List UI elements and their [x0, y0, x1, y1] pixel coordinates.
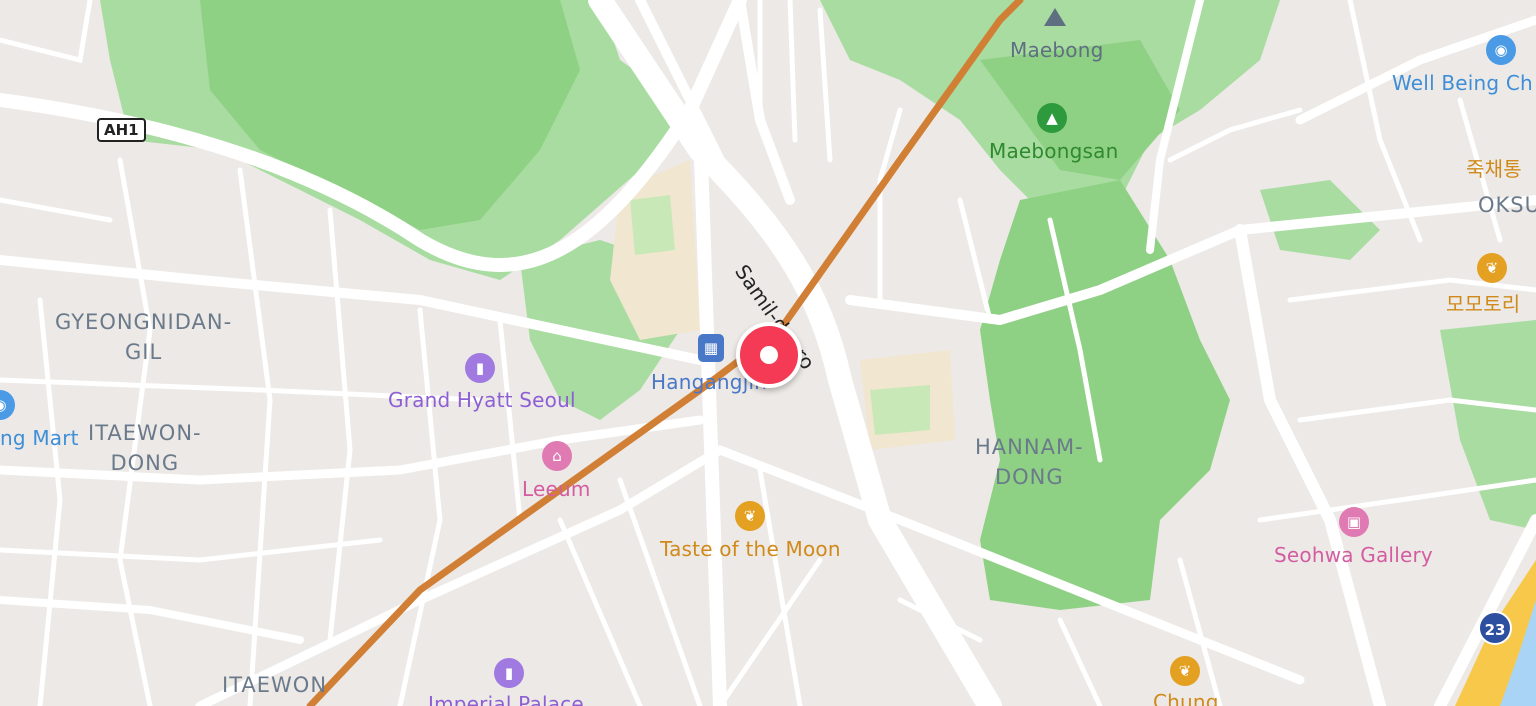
subway-station-icon[interactable]: ▦ [698, 334, 724, 362]
imperial-palace-label[interactable]: Imperial Palace [428, 692, 584, 706]
korean-restaurant-label[interactable]: 모모토리 [1446, 288, 1520, 317]
district-label-line: HANNAM- [975, 435, 1084, 459]
mart-label[interactable]: ng Mart [0, 426, 79, 450]
district-label-line: ITAEWON- [88, 421, 202, 445]
mountain-peak-icon [1044, 8, 1066, 26]
seohwa-gallery-label[interactable]: Seohwa Gallery [1274, 543, 1433, 567]
restaurant-icon[interactable]: ❦ [1170, 656, 1200, 686]
leeum-label[interactable]: Leeum [522, 477, 591, 501]
district-label-line: DONG [110, 451, 180, 475]
map-canvas[interactable]: AH1 23 Samil-daero GYEONGNIDAN- GIL ITAE… [0, 0, 1536, 706]
korean-restaurant-label[interactable]: 죽채통 [1466, 153, 1522, 182]
taste-of-the-moon-label[interactable]: Taste of the Moon [660, 537, 841, 561]
shopping-cart-icon[interactable]: ◉ [1486, 35, 1516, 65]
chung-label[interactable]: Chung [1153, 690, 1219, 706]
grand-hyatt-label[interactable]: Grand Hyatt Seoul [388, 388, 576, 412]
ah1-highway-badge: AH1 [97, 118, 146, 142]
itaewon-dong-district-label: ITAEWON- DONG [88, 418, 202, 478]
restaurant-icon[interactable]: ❦ [735, 501, 765, 531]
maebongsan-label[interactable]: Maebongsan [989, 139, 1118, 163]
route-23-shield: 23 [1478, 611, 1512, 645]
location-pin-dot [760, 346, 778, 364]
hotel-icon[interactable]: ▮ [494, 658, 524, 688]
gallery-icon[interactable]: ▣ [1339, 507, 1369, 537]
hotel-icon[interactable]: ▮ [465, 353, 495, 383]
gyeongnidan-district-label: GYEONGNIDAN- GIL [55, 307, 232, 367]
park-icon[interactable]: ▲ [1037, 103, 1067, 133]
district-label-line: GIL [125, 340, 163, 364]
district-label-line: DONG [994, 465, 1064, 489]
restaurant-icon[interactable]: ❦ [1477, 253, 1507, 283]
itaewon-district-label: ITAEWON [222, 673, 328, 697]
maebong-peak-label[interactable]: Maebong [1010, 38, 1104, 62]
oksu-district-label: OKSU [1478, 193, 1536, 217]
museum-icon[interactable]: ⌂ [542, 441, 572, 471]
well-being-label[interactable]: Well Being Ch [1392, 71, 1533, 95]
district-label-line: GYEONGNIDAN- [55, 310, 233, 334]
location-pin-icon[interactable] [736, 322, 802, 388]
hannam-dong-district-label: HANNAM- DONG [975, 432, 1084, 492]
